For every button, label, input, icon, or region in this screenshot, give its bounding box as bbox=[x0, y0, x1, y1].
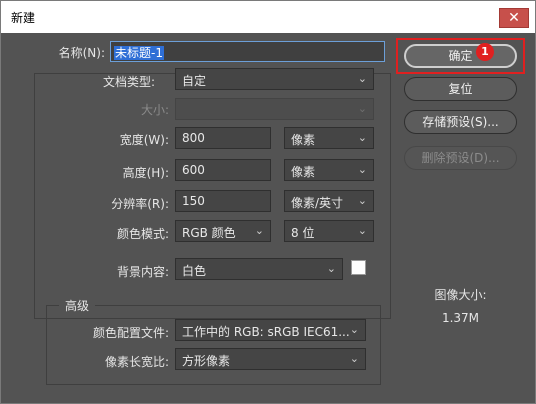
resolution-unit: 像素/英寸 bbox=[291, 196, 344, 210]
resolution-value: 150 bbox=[182, 194, 205, 208]
title-bar: 新建 ✕ bbox=[1, 1, 535, 33]
resolution-input[interactable]: 150 bbox=[175, 190, 271, 212]
image-size-value: 1.37M bbox=[441, 311, 480, 325]
height-label: 高度(H): bbox=[122, 166, 169, 180]
name-input-value: 未标题-1 bbox=[114, 46, 164, 60]
background-value: 白色 bbox=[182, 264, 207, 278]
height-unit: 像素 bbox=[291, 165, 316, 179]
ok-button[interactable]: 确定 bbox=[404, 44, 517, 68]
save-preset-button[interactable]: 存储预设(S)... bbox=[404, 110, 517, 134]
advanced-title: 高级 bbox=[59, 297, 96, 314]
image-size-label: 图像大小: bbox=[434, 288, 487, 302]
pixel-aspect-dropdown[interactable]: 方形像素 ⌄ bbox=[175, 348, 366, 370]
bit-depth-dropdown[interactable]: 8 位 ⌄ bbox=[284, 220, 374, 242]
pixel-aspect-value: 方形像素 bbox=[182, 354, 231, 368]
width-input[interactable]: 800 bbox=[175, 127, 271, 149]
width-label: 宽度(W): bbox=[119, 133, 169, 147]
color-mode-label: 颜色模式: bbox=[116, 227, 169, 241]
background-color-swatch[interactable] bbox=[351, 260, 366, 275]
background-dropdown[interactable]: 白色 ⌄ bbox=[175, 258, 343, 280]
bit-depth-value: 8 位 bbox=[291, 226, 315, 240]
chevron-down-icon: ⌄ bbox=[349, 352, 359, 365]
new-document-dialog: 新建 ✕ 名称(N): 未标题-1 文档类型: 自定 ⌄ 大小: ⌄ 宽度(W)… bbox=[0, 0, 536, 404]
annotation-badge: 1 bbox=[476, 43, 494, 61]
advanced-group bbox=[46, 305, 381, 385]
color-profile-dropdown[interactable]: 工作中的 RGB: sRGB IEC61... ⌄ bbox=[175, 319, 366, 341]
reset-button[interactable]: 复位 bbox=[404, 77, 517, 101]
size-label: 大小: bbox=[140, 103, 169, 117]
chevron-down-icon: ⌄ bbox=[357, 131, 367, 144]
preset-value: 自定 bbox=[182, 74, 207, 88]
chevron-down-icon: ⌄ bbox=[357, 224, 367, 237]
color-profile-label: 颜色配置文件: bbox=[92, 326, 169, 340]
chevron-down-icon: ⌄ bbox=[357, 72, 367, 85]
resolution-label: 分辨率(R): bbox=[111, 197, 169, 211]
color-mode-dropdown[interactable]: RGB 颜色 ⌄ bbox=[175, 220, 271, 242]
color-mode-value: RGB 颜色 bbox=[182, 226, 236, 240]
background-label: 背景内容: bbox=[116, 265, 169, 279]
width-value: 800 bbox=[182, 131, 205, 145]
dialog-title: 新建 bbox=[11, 11, 36, 25]
chevron-down-icon: ⌄ bbox=[357, 163, 367, 176]
chevron-down-icon: ⌄ bbox=[254, 224, 264, 237]
pixel-aspect-label: 像素长宽比: bbox=[104, 355, 169, 369]
delete-preset-button: 删除预设(D)... bbox=[404, 146, 517, 170]
resolution-unit-dropdown[interactable]: 像素/英寸 ⌄ bbox=[284, 190, 374, 212]
height-value: 600 bbox=[182, 163, 205, 177]
preset-dropdown[interactable]: 自定 ⌄ bbox=[175, 68, 374, 90]
dialog-content: 名称(N): 未标题-1 文档类型: 自定 ⌄ 大小: ⌄ 宽度(W): 800… bbox=[1, 33, 535, 403]
close-button[interactable]: ✕ bbox=[499, 8, 529, 28]
name-input[interactable]: 未标题-1 bbox=[110, 41, 385, 62]
chevron-down-icon: ⌄ bbox=[357, 194, 367, 207]
chevron-down-icon: ⌄ bbox=[326, 262, 336, 275]
name-label: 名称(N): bbox=[58, 46, 105, 60]
color-profile-value: 工作中的 RGB: sRGB IEC61... bbox=[182, 325, 350, 339]
chevron-down-icon: ⌄ bbox=[357, 102, 367, 115]
width-unit: 像素 bbox=[291, 133, 316, 147]
close-icon: ✕ bbox=[508, 10, 520, 26]
height-input[interactable]: 600 bbox=[175, 159, 271, 181]
size-dropdown: ⌄ bbox=[175, 98, 374, 120]
preset-label: 文档类型: bbox=[102, 75, 155, 89]
chevron-down-icon: ⌄ bbox=[349, 323, 359, 336]
height-unit-dropdown[interactable]: 像素 ⌄ bbox=[284, 159, 374, 181]
width-unit-dropdown[interactable]: 像素 ⌄ bbox=[284, 127, 374, 149]
